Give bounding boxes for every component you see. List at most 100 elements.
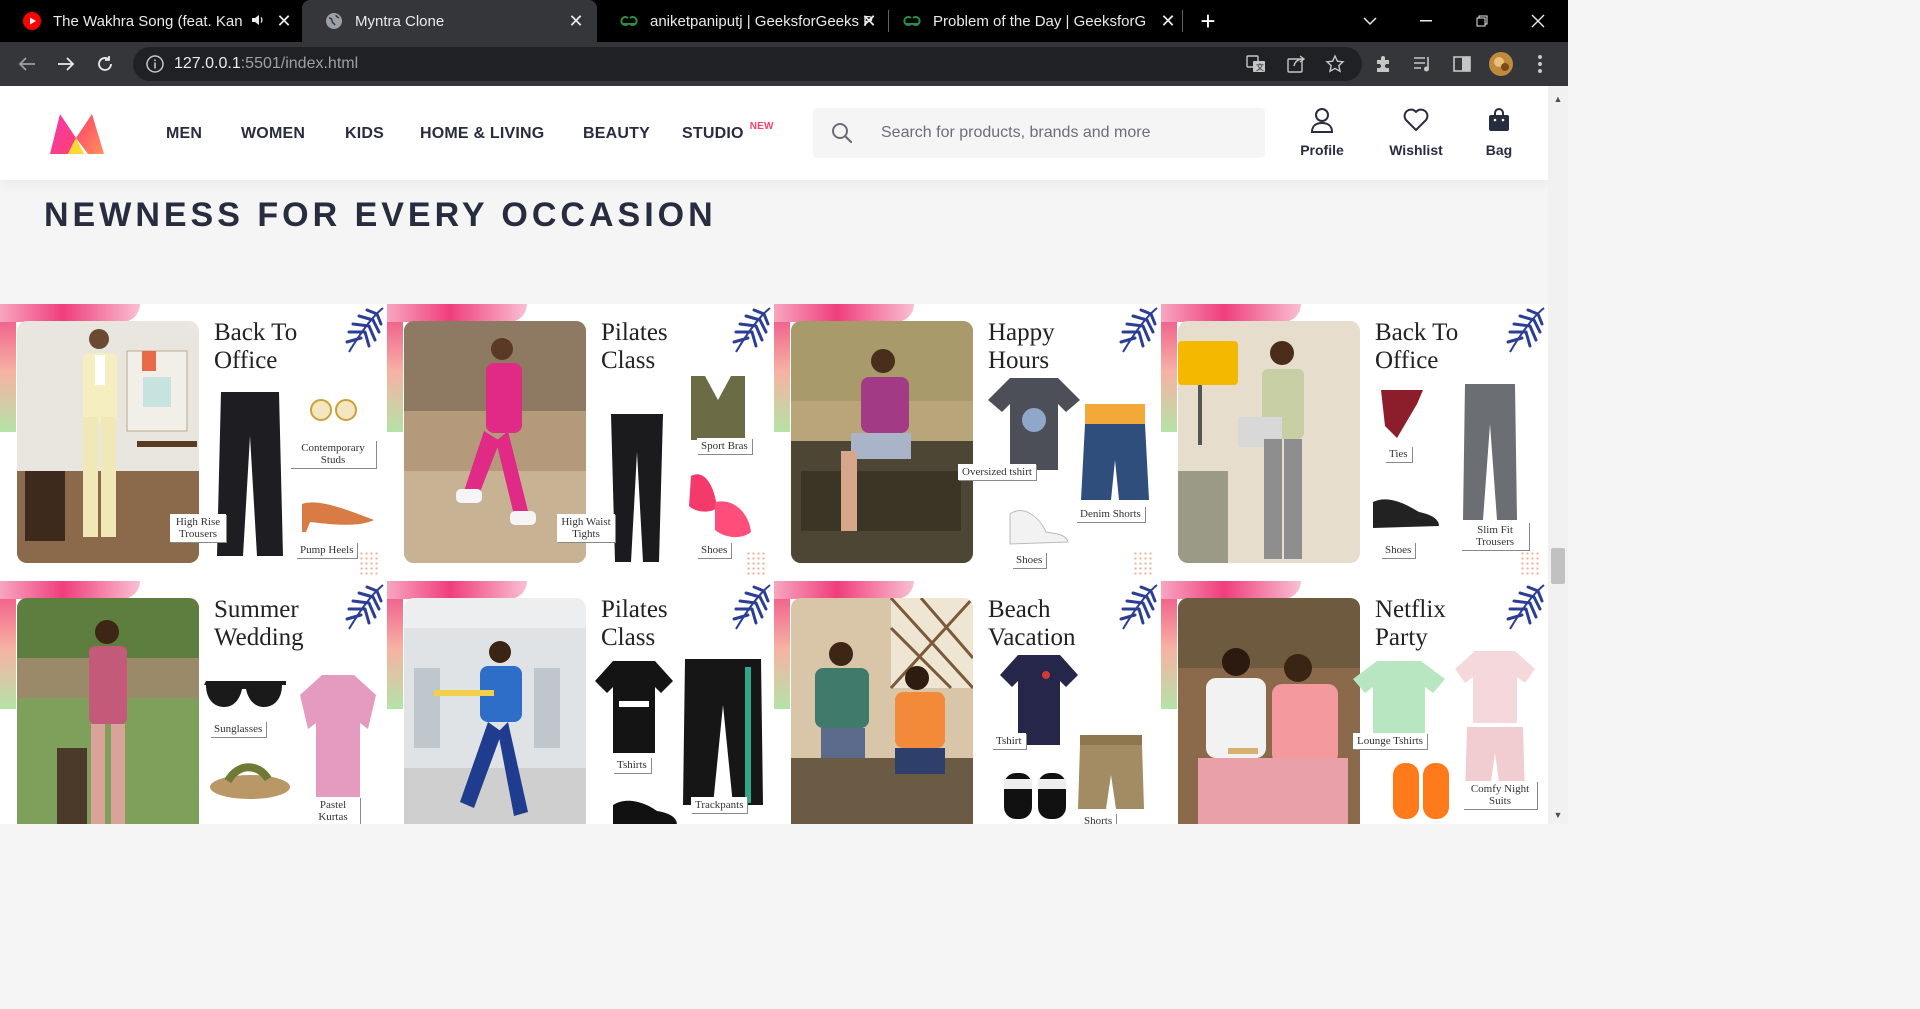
leaf-decor-icon [345,584,384,630]
decor-dots [359,551,379,575]
lounge-tshirt-product [1353,661,1445,733]
slippers-product [1393,763,1449,819]
tab-gfg-potd[interactable]: Problem of the Day | GeeksforGe ✕ [880,0,1180,42]
address-bar[interactable]: 127.0.0.1:5501/index.html 文 [133,47,1362,81]
occasion-card[interactable]: Back To Office Contemporary Studs High Ri… [0,304,387,581]
decor-dots [746,551,766,575]
info-icon[interactable] [145,54,165,74]
sandals-product [210,763,290,799]
heart-icon [1386,106,1446,134]
new-badge: NEW [749,121,774,132]
occasion-title: Back To Office [1375,319,1458,375]
forward-arrow-icon[interactable] [52,50,80,78]
occasion-title-line: Back To [1375,319,1459,346]
nav-studio[interactable]: STUDIO NEW [682,121,773,143]
product-tag: Pump Heels [296,542,358,558]
occasion-title: Pilates Class [601,596,668,652]
tab-search-icon[interactable] [1342,0,1398,42]
shoes-product [613,800,677,824]
nav-men[interactable]: MEN [166,125,202,143]
occasion-title-line: Vacation [988,624,1076,651]
reload-icon[interactable] [91,50,119,78]
product-tag: Trackpants [691,797,748,813]
slides-product [1004,773,1066,819]
decor-dots [1133,551,1153,575]
decor-swoosh [1161,322,1177,432]
occasion-card[interactable]: Beach Vacation Tshirt Shorts [774,581,1161,824]
occasion-card[interactable]: Pilates Class Tshirts Trackpants [387,581,774,824]
shorts-product [1078,735,1144,809]
extensions-icon[interactable] [1370,50,1398,78]
bookmark-star-icon[interactable] [1325,54,1345,79]
occasion-title-line: Class [601,624,656,651]
close-tab-icon[interactable]: ✕ [859,11,879,31]
tab-youtube[interactable]: The Wakhra Song (feat. Kang ✕ [0,0,300,42]
occasion-card[interactable]: Pilates Class Sport Bras High Waist Tight… [387,304,774,581]
product-tag: Tshirts [613,757,651,773]
scroll-down-arrow-icon[interactable]: ▼ [1551,808,1565,822]
tab-gfg-profile[interactable]: aniketpaniputj | GeeksforGeeks P ✕ [597,0,887,42]
translate-icon[interactable]: 文 [1246,55,1266,78]
product-tag: Shoes [1012,552,1047,568]
bag-button[interactable]: Bag [1482,106,1516,158]
menu-kebab-icon[interactable] [1526,50,1554,78]
share-icon[interactable] [1286,54,1306,79]
product-tag: Oversized tshirt [958,464,1036,480]
side-panel-icon[interactable] [1448,50,1476,78]
search-input[interactable] [871,108,1265,158]
occasion-title-line: Hours [988,347,1050,374]
browser-toolbar: 127.0.0.1:5501/index.html 文 [0,42,1568,86]
new-tab-button[interactable]: + [1196,8,1220,34]
scroll-up-arrow-icon[interactable]: ▲ [1551,92,1565,106]
leaf-decor-icon [732,584,771,630]
tab-title: Problem of the Day | GeeksforGe [933,12,1145,30]
occasion-card[interactable]: Back To Office Ties Shoes Slim Fit Trouse… [1161,304,1548,581]
nav-kids[interactable]: KIDS [345,125,384,143]
occasion-card[interactable]: Happy Hours Oversized tshirt Denim Shorts… [774,304,1161,581]
nav-beauty[interactable]: BEAUTY [583,125,650,143]
occasion-title: Pilates Class [601,319,668,375]
page-scrollbar-track[interactable] [1548,86,1568,824]
trackpants-product [683,659,763,805]
product-tag: High Rise Trousers [170,514,226,542]
back-arrow-icon[interactable] [13,50,41,78]
media-control-icon[interactable] [1409,50,1437,78]
youtube-icon [22,11,42,31]
myntra-logo[interactable] [46,110,108,156]
close-tab-icon[interactable]: ✕ [274,11,294,31]
occasion-title: Happy Hours [988,319,1055,375]
profile-avatar[interactable] [1487,50,1515,78]
heels-product [302,502,374,532]
restore-button[interactable] [1454,0,1510,42]
minimize-button[interactable] [1398,0,1454,42]
close-tab-icon[interactable]: ✕ [1158,11,1178,31]
occasion-title-line: Office [1375,347,1439,374]
page-scrollbar-thumb[interactable] [1551,548,1565,584]
close-tab-icon[interactable]: ✕ [566,11,586,31]
page-viewport: MEN WOMEN KIDS HOME & LIVING BEAUTY STUD… [0,86,1548,824]
profile-label: Profile [1300,142,1344,158]
denim-shorts-product [1081,404,1149,500]
night-suit-product [1455,651,1535,797]
occasion-title: Beach Vacation [988,596,1075,652]
search-icon[interactable] [813,108,871,158]
occasion-card[interactable]: Netflix Party Lounge Tshirts Comfy Night … [1161,581,1548,824]
close-window-button[interactable] [1510,0,1566,42]
decor-swoosh [0,304,140,322]
model-photo [404,598,586,824]
nav-women[interactable]: WOMEN [241,125,305,143]
decor-swoosh [774,581,914,599]
profile-button[interactable]: Profile [1296,106,1348,158]
wishlist-button[interactable]: Wishlist [1386,106,1446,158]
model-photo [791,321,973,563]
tab-myntra-clone[interactable]: Myntra Clone ✕ [302,0,597,42]
occasion-title: Netflix Party [1375,596,1446,652]
search-bar [813,108,1265,158]
tab-separator [1182,10,1183,32]
wishlist-label: Wishlist [1389,142,1443,158]
occasion-card[interactable]: Summer Wedding Sunglasses Pastel Kurtas [0,581,387,824]
oversized-tshirt-product [988,378,1080,470]
nav-home-living[interactable]: HOME & LIVING [420,125,544,143]
speaker-icon[interactable] [250,12,266,32]
decor-swoosh [774,304,914,322]
